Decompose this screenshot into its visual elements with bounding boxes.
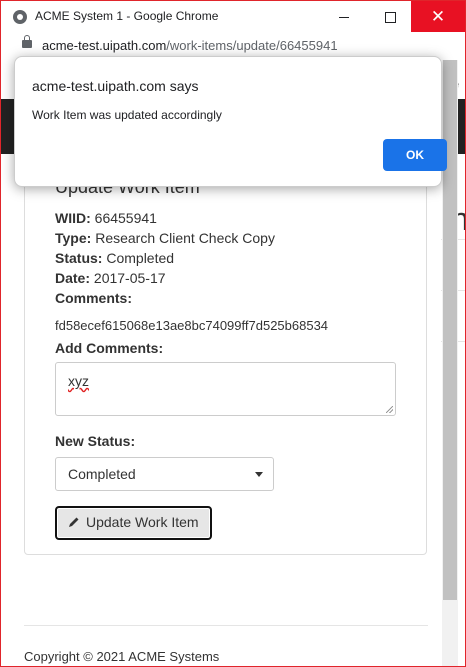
date-label: Date: — [55, 270, 91, 286]
footer-divider — [24, 625, 428, 626]
url-host: acme-test.uipath.com — [42, 38, 167, 53]
type-row: Type: Research Client Check Copy — [55, 230, 275, 246]
wiid-row: WIID: 66455941 — [55, 210, 157, 226]
status-value: Completed — [106, 250, 175, 266]
update-work-item-label: Update Work Item — [86, 514, 199, 530]
window-title: ACME System 1 - Google Chrome — [35, 9, 219, 23]
pencil-icon — [69, 517, 79, 527]
browser-window: ACME System 1 - Google Chrome ✕ acme-tes… — [0, 0, 466, 667]
dialog-title: acme-test.uipath.com says — [32, 78, 199, 94]
add-comments-label: Add Comments: — [55, 340, 164, 356]
comments-label: Comments: — [55, 290, 133, 306]
ok-button[interactable]: OK — [383, 139, 447, 171]
maximize-icon — [384, 11, 396, 23]
footer-copyright: Copyright © 2021 ACME Systems — [24, 649, 220, 664]
date-value: 2017-05-17 — [93, 270, 166, 286]
close-icon: ✕ — [430, 7, 446, 26]
new-status-label: New Status: — [55, 433, 136, 449]
new-status-select[interactable]: Completed — [55, 457, 274, 491]
close-button[interactable]: ✕ — [411, 1, 465, 32]
comments-label-row: Comments: — [55, 290, 132, 306]
type-label: Type: — [55, 230, 92, 246]
wiid-value: 66455941 — [94, 210, 157, 226]
date-row: Date: 2017-05-17 — [55, 270, 166, 286]
minimize-icon — [339, 16, 349, 18]
resize-grip-icon[interactable] — [386, 406, 393, 413]
add-comments-textarea[interactable]: xyz — [55, 362, 396, 416]
comments-value: fd58ecef615068e13ae8bc74099ff7d525b68534 — [55, 318, 329, 333]
update-work-item-panel: Update Work Item WIID: 66455941 Type: Re… — [24, 168, 427, 555]
url-path: /work-items/update/66455941 — [166, 38, 338, 53]
wiid-label: WIID: — [55, 210, 91, 226]
update-work-item-button[interactable]: Update Work Item — [55, 506, 212, 540]
dialog-message: Work Item was updated accordingly — [32, 108, 222, 122]
title-bar: ACME System 1 - Google Chrome ✕ — [1, 1, 465, 32]
alert-dialog: acme-test.uipath.com says Work Item was … — [14, 56, 447, 187]
minimize-button[interactable] — [321, 1, 367, 32]
lock-icon — [22, 35, 32, 48]
maximize-button[interactable] — [367, 1, 413, 32]
chevron-down-icon — [255, 472, 263, 477]
type-value: Research Client Check Copy — [95, 230, 275, 246]
add-comments-value: xyz — [68, 373, 89, 389]
status-row: Status: Completed — [55, 250, 174, 266]
chrome-icon — [13, 10, 27, 24]
status-label: Status: — [55, 250, 103, 266]
url[interactable]: acme-test.uipath.com/work-items/update/6… — [42, 38, 338, 53]
new-status-value: Completed — [68, 466, 136, 482]
